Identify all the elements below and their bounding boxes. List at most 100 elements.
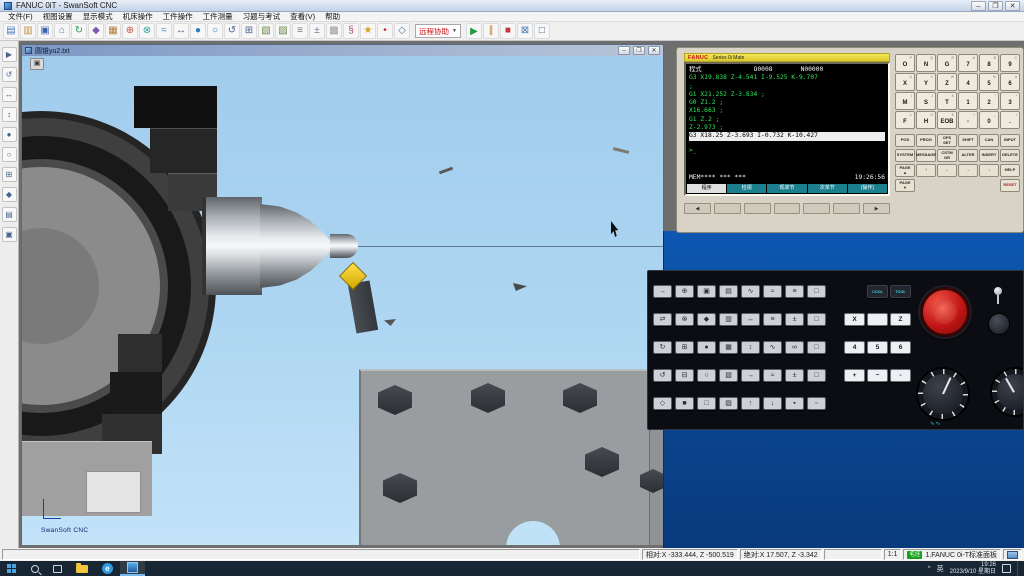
operator-key[interactable]: ⊕ (675, 285, 694, 298)
show-desktop-button[interactable] (1017, 561, 1020, 576)
menu-item[interactable]: 机床操作 (118, 12, 158, 22)
operator-key[interactable]: ∿ (741, 285, 760, 298)
toolbar-button[interactable]: • (377, 23, 393, 39)
mdi-key[interactable]: K T (937, 92, 957, 110)
remote-assist-dropdown[interactable]: 远程协助 ▼ (415, 24, 461, 38)
operator-key[interactable]: ⊞ (675, 341, 694, 354)
close-button[interactable]: ✕ (1005, 1, 1020, 11)
operator-key[interactable]: □ (807, 313, 826, 326)
toolbar-button[interactable]: ∥ (483, 23, 499, 39)
toolbar-button[interactable]: □ (534, 23, 550, 39)
mdi-key[interactable]: W Z (937, 73, 957, 91)
toolbar-button[interactable]: ⊗ (139, 23, 155, 39)
edge-button[interactable]: e (95, 561, 120, 576)
operator-key[interactable]: ▫ (807, 397, 826, 410)
toolbar-button[interactable]: ◇ (394, 23, 410, 39)
view-tool-button[interactable]: ↕ (2, 107, 17, 122)
softkey-button[interactable] (714, 203, 741, 214)
operator-key[interactable]: □ (807, 341, 826, 354)
mdi-cursor-key[interactable]: ← (937, 164, 957, 177)
mdi-key[interactable]: + - (958, 111, 978, 129)
operator-key[interactable]: 5 (867, 341, 888, 354)
operator-key[interactable]: ◆ (697, 313, 716, 326)
power-toggle-switch[interactable] (992, 287, 1004, 305)
mdi-key[interactable]: , 1 (958, 92, 978, 110)
feed-override-knob[interactable] (918, 369, 968, 419)
toolbar-button[interactable]: ⌂ (54, 23, 70, 39)
toolbar-button[interactable]: ⊕ (122, 23, 138, 39)
operator-key[interactable]: ≈ (763, 285, 782, 298)
view-tool-button[interactable]: ↔ (2, 87, 17, 102)
toolbar-button[interactable]: ≡ (292, 23, 308, 39)
clock[interactable]: 19:26 2023/9/10 星期日 (950, 562, 996, 576)
operator-key[interactable]: + (844, 369, 865, 382)
softkey-button[interactable] (774, 203, 801, 214)
child-close-button[interactable]: ✕ (648, 46, 660, 55)
operator-key[interactable]: ▣ (697, 285, 716, 298)
mdi-page-key[interactable]: RESET (1000, 179, 1020, 192)
mdi-function-key[interactable]: OFS SET (937, 134, 957, 147)
minimize-button[interactable]: – (971, 1, 986, 11)
menu-item[interactable]: 习题与考试 (238, 12, 286, 22)
child-restore-button[interactable]: ❐ (633, 46, 645, 55)
mdi-cursor-key[interactable]: → (958, 164, 978, 177)
operator-key[interactable]: 4 (844, 341, 865, 354)
operator-key[interactable]: ∿ (763, 341, 782, 354)
small-selector-knob[interactable] (988, 313, 1010, 335)
menu-item[interactable]: 显示模式 (78, 12, 118, 22)
mdi-function-key[interactable]: MESSAGE (916, 149, 936, 162)
toolbar-button[interactable]: § (343, 23, 359, 39)
3d-viewport[interactable]: SwanSoft CNC ▣ (22, 56, 663, 545)
maximize-button[interactable]: ❐ (988, 1, 1003, 11)
operator-key[interactable]: ▦ (719, 341, 738, 354)
operator-key[interactable]: COOL (867, 285, 888, 298)
emergency-stop-button[interactable] (920, 287, 970, 337)
language-indicator[interactable]: 英 (937, 564, 944, 574)
mdi-key[interactable]: # 6 (1000, 73, 1020, 91)
toolbar-button[interactable]: ± (309, 23, 325, 39)
operator-key[interactable]: ↕ (741, 341, 760, 354)
notification-icon[interactable] (1002, 564, 1011, 573)
simulation-window-titlebar[interactable]: 圆锥yu2.txt – ❐ ✕ (22, 45, 663, 56)
mdi-key[interactable]: U X (895, 73, 915, 91)
mdi-cursor-key[interactable]: ↓ (979, 164, 999, 177)
mdi-key[interactable]: / . (1000, 111, 1020, 129)
mdi-key[interactable]: V Y (916, 73, 936, 91)
mdi-key[interactable]: R G (937, 54, 957, 72)
view-tool-button[interactable]: ⊞ (2, 167, 17, 182)
operator-key[interactable]: ≈ (763, 369, 782, 382)
toolbar-button[interactable]: ▣ (37, 23, 53, 39)
menu-item[interactable]: 视图设置 (38, 12, 78, 22)
view-tool-button[interactable]: ↺ (2, 67, 17, 82)
search-button[interactable] (24, 561, 46, 576)
operator-key[interactable]: ▤ (719, 285, 738, 298)
menu-item[interactable]: 帮助 (320, 12, 345, 22)
mdi-key[interactable]: I M (895, 92, 915, 110)
operator-key[interactable]: ⊗ (675, 313, 694, 326)
mdi-key[interactable]: C 9 (1000, 54, 1020, 72)
toolbar-button[interactable]: ▨ (275, 23, 291, 39)
operator-key[interactable]: □ (807, 285, 826, 298)
mdi-key[interactable]: % 5 (979, 73, 999, 91)
operator-key[interactable]: ▪ (785, 397, 804, 410)
mdi-function-key[interactable]: SYSTEM (895, 149, 915, 162)
operator-key[interactable]: ∞ (785, 341, 804, 354)
operator-key[interactable]: ↻ (653, 341, 672, 354)
operator-key[interactable]: ↑ (741, 397, 760, 410)
run-button[interactable]: ▶ (466, 23, 482, 39)
softkey-button[interactable]: ▶ (863, 203, 890, 214)
mdi-page-key[interactable]: PAGE ▼ (895, 179, 915, 192)
mdi-cursor-key[interactable]: PAGE ▲ (895, 164, 915, 177)
toolbar-button[interactable]: ↔ (173, 23, 189, 39)
menu-item[interactable]: 工件测量 (198, 12, 238, 22)
operator-key[interactable]: ● (697, 341, 716, 354)
mdi-function-key[interactable]: INPUT (1000, 134, 1020, 147)
sscnc-taskbar-button[interactable] (120, 561, 145, 576)
view-tool-button[interactable]: ▤ (2, 207, 17, 222)
toolbar-button[interactable]: ⊠ (517, 23, 533, 39)
mdi-key[interactable]: * 3 (1000, 92, 1020, 110)
spindle-override-knob[interactable] (992, 369, 1024, 415)
operator-key[interactable]: → (653, 285, 672, 298)
operator-key[interactable]: 6 (890, 341, 911, 354)
view-tool-button[interactable]: ▣ (2, 227, 17, 242)
